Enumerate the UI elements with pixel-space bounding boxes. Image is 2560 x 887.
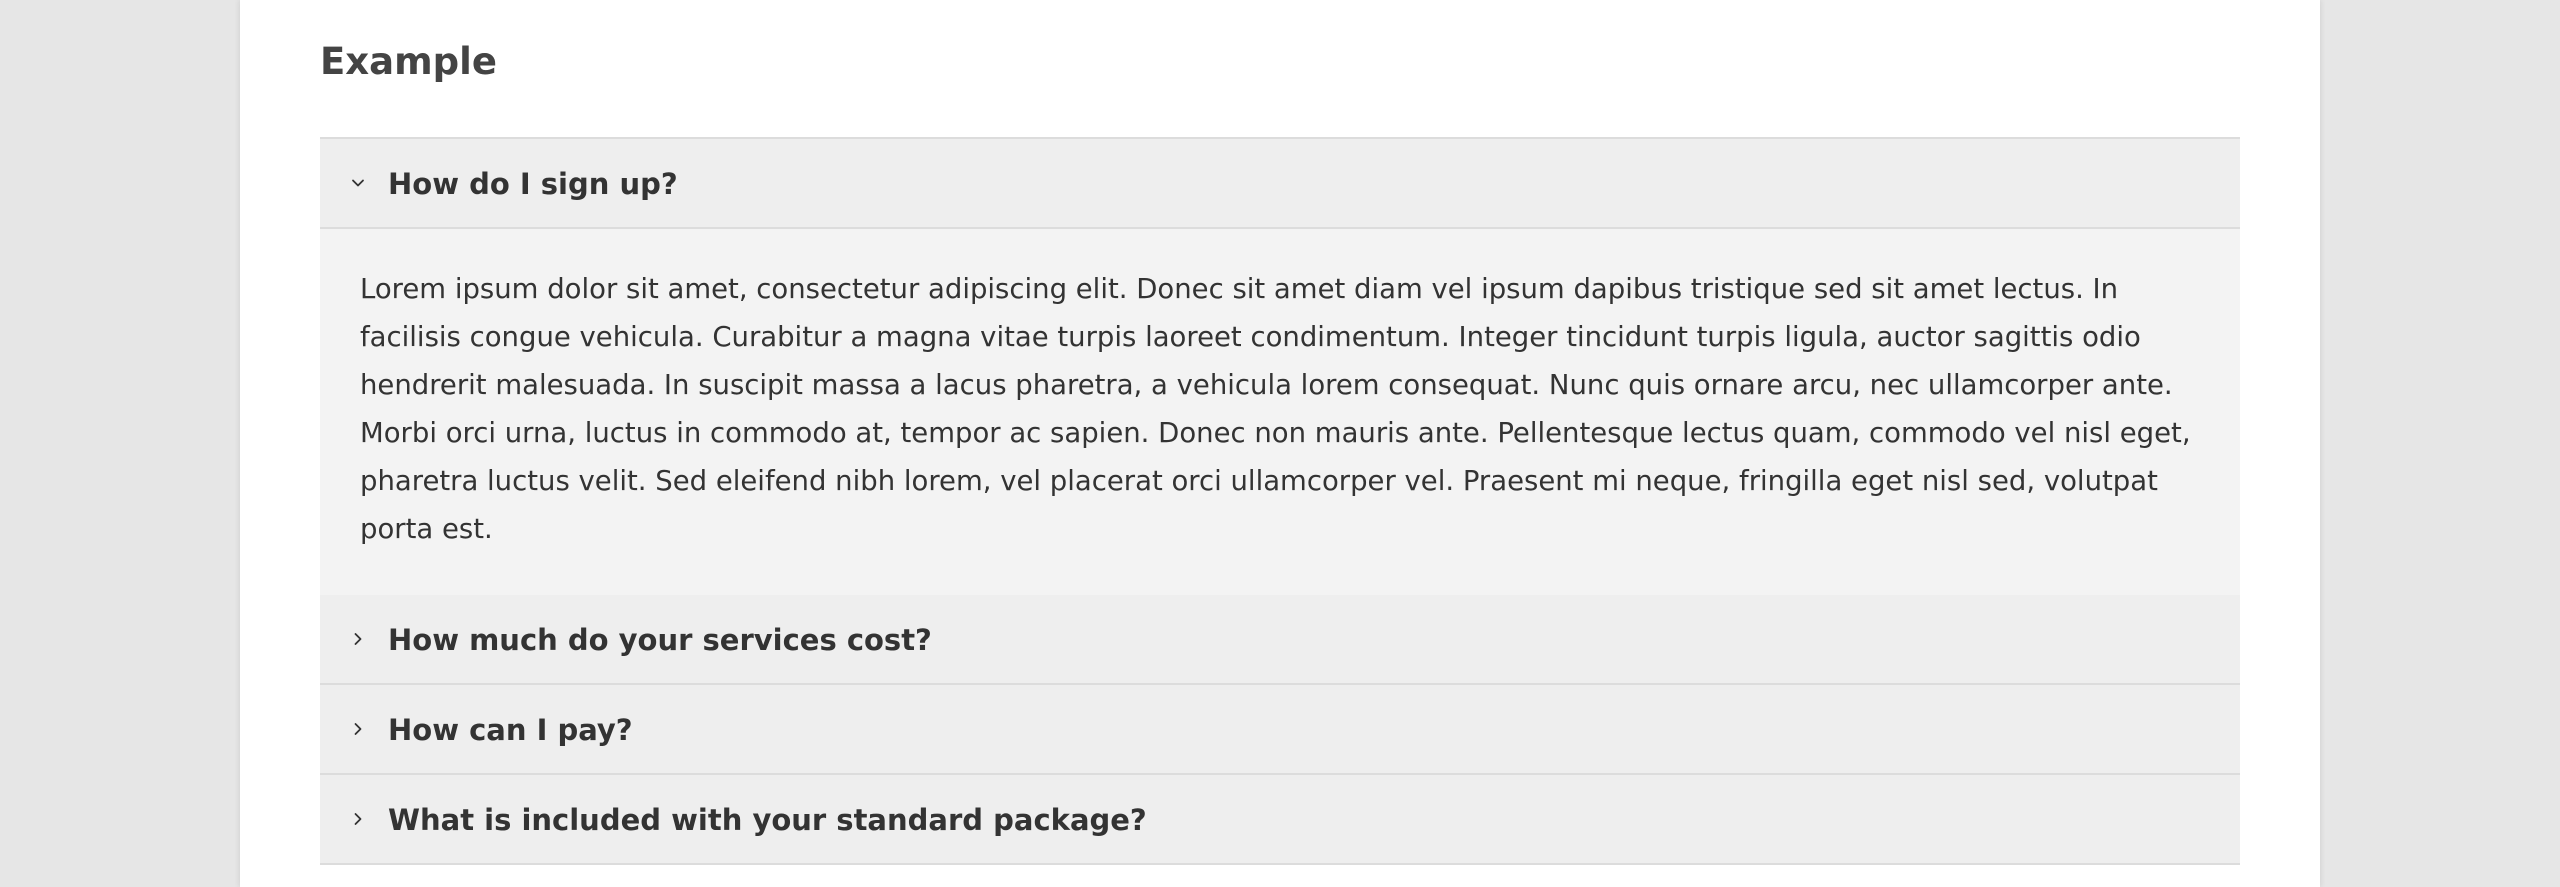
content-card: Example How do I sign up? Lorem ipsum do…	[240, 0, 2320, 887]
accordion-question: How do I sign up?	[388, 167, 678, 201]
accordion-panel-sign-up: Lorem ipsum dolor sit amet, consectetur …	[320, 229, 2240, 595]
chevron-down-icon	[350, 175, 366, 191]
accordion-question: What is included with your standard pack…	[388, 803, 1147, 837]
accordion-question: How much do your services cost?	[388, 623, 932, 657]
accordion-header-standard-package[interactable]: What is included with your standard pack…	[320, 775, 2240, 865]
accordion-answer: Lorem ipsum dolor sit amet, consectetur …	[360, 273, 2191, 545]
accordion-header-sign-up[interactable]: How do I sign up?	[320, 139, 2240, 229]
chevron-right-icon	[350, 631, 366, 647]
accordion-header-services-cost[interactable]: How much do your services cost?	[320, 595, 2240, 685]
accordion-header-payment[interactable]: How can I pay?	[320, 685, 2240, 775]
page-title: Example	[320, 40, 497, 83]
faq-accordion: How do I sign up? Lorem ipsum dolor sit …	[320, 137, 2240, 865]
accordion-question: How can I pay?	[388, 713, 633, 747]
chevron-right-icon	[350, 721, 366, 737]
chevron-right-icon	[350, 811, 366, 827]
